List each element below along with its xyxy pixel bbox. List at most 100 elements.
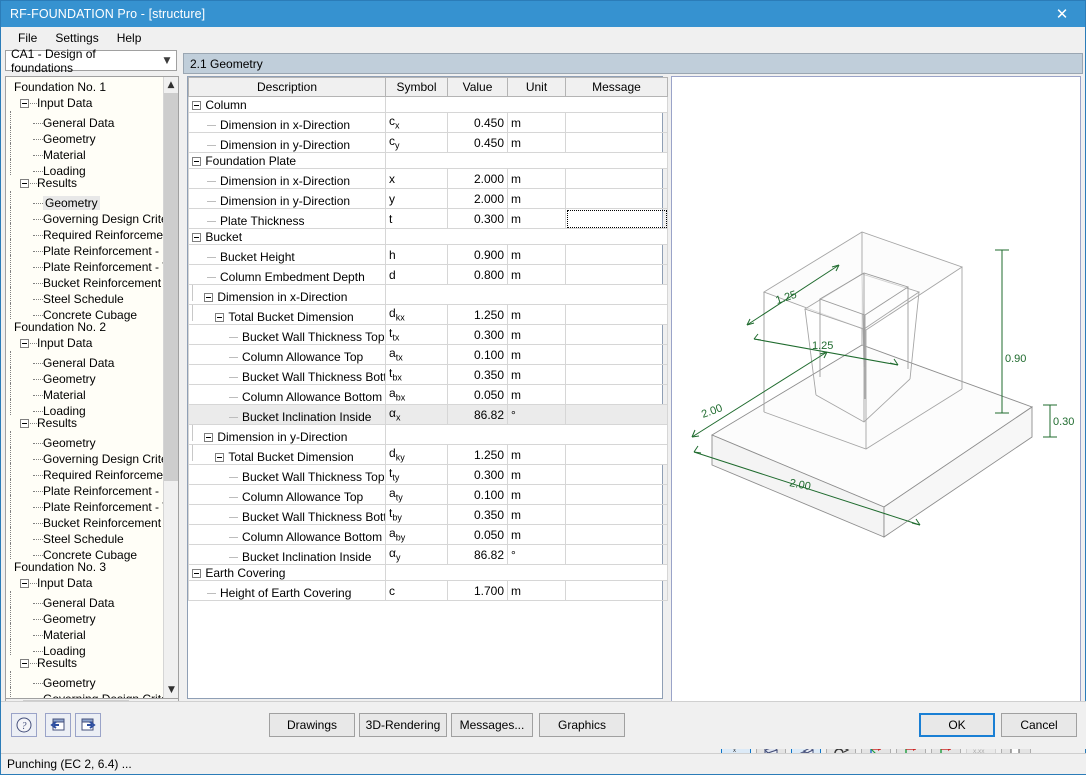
- cell-description[interactable]: Column Allowance Bottom: [188, 524, 386, 545]
- tree-item-plate-reinforcement-b[interactable]: Plate Reinforcement - B: [6, 239, 170, 258]
- tree-collapse-icon[interactable]: [20, 99, 29, 109]
- table-row[interactable]: Bucket Height h 0.900 m: [188, 244, 668, 265]
- cell-value[interactable]: 86.82: [447, 404, 508, 425]
- cell-message[interactable]: [565, 208, 668, 229]
- close-icon[interactable]: ✕: [1039, 1, 1085, 27]
- design-case-dropdown[interactable]: CA1 - Design of foundations ▼: [5, 47, 177, 75]
- col-description[interactable]: Description: [188, 77, 386, 97]
- cell-message[interactable]: [565, 504, 668, 525]
- cell-unit[interactable]: m: [507, 132, 566, 153]
- cell-value[interactable]: 0.050: [447, 384, 508, 405]
- ok-button[interactable]: OK: [919, 713, 995, 737]
- cell-message[interactable]: [565, 264, 668, 285]
- cell-description[interactable]: Dimension in x-Direction: [188, 112, 386, 133]
- cell-value[interactable]: 0.100: [447, 344, 508, 365]
- table-row[interactable]: Bucket Wall Thickness Bott tby 0.350 m: [188, 504, 668, 525]
- row-collapse-icon[interactable]: [192, 100, 201, 110]
- cell-symbol[interactable]: ttx: [385, 324, 448, 345]
- cell-description[interactable]: Height of Earth Covering: [188, 580, 386, 601]
- table-row[interactable]: Bucket Wall Thickness Bott tbx 0.350 m: [188, 364, 668, 385]
- tree-collapse-icon[interactable]: [20, 419, 29, 429]
- graphics-button[interactable]: Graphics: [539, 713, 625, 737]
- row-collapse-icon[interactable]: [204, 293, 213, 303]
- cell-message[interactable]: [565, 132, 668, 153]
- col-symbol[interactable]: Symbol: [385, 77, 448, 97]
- scroll-down-icon[interactable]: ▼: [164, 682, 178, 698]
- cell-description[interactable]: Dimension in y-Direction: [188, 188, 386, 209]
- tree-item-foundation-no-2[interactable]: Foundation No. 2: [6, 319, 164, 335]
- cell-description[interactable]: Bucket Wall Thickness Bott: [188, 504, 386, 525]
- tree-item-general-data[interactable]: General Data: [6, 591, 164, 610]
- table-row[interactable]: Plate Thickness t 0.300 m: [188, 208, 668, 229]
- cell-description[interactable]: Plate Thickness: [188, 208, 386, 229]
- cell-symbol[interactable]: dkx: [385, 304, 448, 325]
- table-group-row[interactable]: Bucket: [188, 228, 668, 245]
- col-value[interactable]: Value: [447, 77, 508, 97]
- cell-unit[interactable]: m: [507, 264, 566, 285]
- cell-value[interactable]: 1.250: [447, 444, 508, 465]
- cell-message[interactable]: [565, 544, 668, 565]
- cell-unit[interactable]: m: [507, 464, 566, 485]
- col-message[interactable]: Message: [565, 77, 668, 97]
- tree-item-general-data[interactable]: General Data: [6, 111, 164, 130]
- tree-item-loading[interactable]: Loading: [6, 159, 164, 178]
- tree-item-steel-schedule[interactable]: Steel Schedule: [6, 527, 164, 546]
- tree-item-required-reinforcemen[interactable]: Required Reinforcemen: [6, 223, 170, 242]
- cell-symbol[interactable]: tty: [385, 464, 448, 485]
- cell-description[interactable]: Dimension in x-Direction: [188, 284, 386, 305]
- cell-description[interactable]: Bucket Wall Thickness Top: [188, 324, 386, 345]
- next-window-icon[interactable]: [75, 713, 101, 737]
- tree-item-geometry[interactable]: Geometry: [6, 671, 164, 690]
- tree-item-bucket-reinforcement[interactable]: Bucket Reinforcement: [6, 511, 164, 530]
- cell-description[interactable]: Bucket Inclination Inside: [188, 544, 386, 565]
- menu-item-settings[interactable]: Settings: [46, 29, 107, 47]
- cell-symbol[interactable]: c: [385, 580, 448, 601]
- menu-item-help[interactable]: Help: [108, 29, 151, 47]
- cell-message[interactable]: [565, 444, 668, 465]
- cell-description[interactable]: Column Allowance Top: [188, 344, 386, 365]
- cell-message[interactable]: [565, 344, 668, 365]
- cell-description[interactable]: Bucket Wall Thickness Bott: [188, 364, 386, 385]
- cell-description[interactable]: Dimension in y-Direction: [188, 424, 386, 445]
- cell-symbol[interactable]: cy: [385, 132, 448, 153]
- cell-description[interactable]: Column Allowance Bottom: [188, 384, 386, 405]
- table-group-row[interactable]: Foundation Plate: [188, 152, 668, 169]
- cell-description[interactable]: Dimension in x-Direction: [188, 168, 386, 189]
- tree-collapse-icon[interactable]: [20, 179, 29, 189]
- tree-item-results[interactable]: Results: [6, 175, 164, 191]
- cell-description[interactable]: Total Bucket Dimension: [188, 444, 386, 465]
- scroll-up-icon[interactable]: ▲: [164, 77, 178, 93]
- cell-value[interactable]: 0.300: [447, 208, 508, 229]
- cell-value[interactable]: 86.82: [447, 544, 508, 565]
- cell-value[interactable]: 0.800: [447, 264, 508, 285]
- table-row[interactable]: Column Allowance Top aty 0.100 m: [188, 484, 668, 505]
- cell-unit[interactable]: m: [507, 384, 566, 405]
- cell-symbol[interactable]: h: [385, 244, 448, 265]
- cell-symbol[interactable]: tby: [385, 504, 448, 525]
- cell-unit[interactable]: °: [507, 404, 566, 425]
- tree-collapse-icon[interactable]: [20, 339, 29, 349]
- tree-item-geometry[interactable]: Geometry: [6, 367, 164, 386]
- tree-item-loading[interactable]: Loading: [6, 399, 164, 418]
- tree-vertical-scrollbar[interactable]: ▲ ▼: [163, 77, 178, 698]
- table-row[interactable]: Bucket Inclination Inside αx 86.82 °: [188, 404, 668, 425]
- tree-item-general-data[interactable]: General Data: [6, 351, 164, 370]
- cell-message[interactable]: [565, 484, 668, 505]
- tree-item-geometry[interactable]: Geometry: [6, 127, 164, 146]
- tree-item-foundation-no-1[interactable]: Foundation No. 1: [6, 79, 164, 95]
- tree-item-plate-reinforcement-t[interactable]: Plate Reinforcement - T: [6, 255, 170, 274]
- cell-symbol[interactable]: αy: [385, 544, 448, 565]
- help-icon[interactable]: ?: [11, 713, 37, 737]
- cell-description[interactable]: Dimension in y-Direction: [188, 132, 386, 153]
- cell-unit[interactable]: m: [507, 524, 566, 545]
- tree-item-concrete-cubage[interactable]: Concrete Cubage: [6, 543, 164, 562]
- cell-description[interactable]: Bucket Wall Thickness Top: [188, 464, 386, 485]
- cell-description[interactable]: Bucket Height: [188, 244, 386, 265]
- tree-item-plate-reinforcement-b[interactable]: Plate Reinforcement - B: [6, 479, 170, 498]
- tree-collapse-icon[interactable]: [20, 659, 29, 669]
- cell-value[interactable]: 0.300: [447, 324, 508, 345]
- cell-value[interactable]: 1.700: [447, 580, 508, 601]
- cell-unit[interactable]: m: [507, 168, 566, 189]
- cell-value[interactable]: 0.100: [447, 484, 508, 505]
- cell-symbol[interactable]: x: [385, 168, 448, 189]
